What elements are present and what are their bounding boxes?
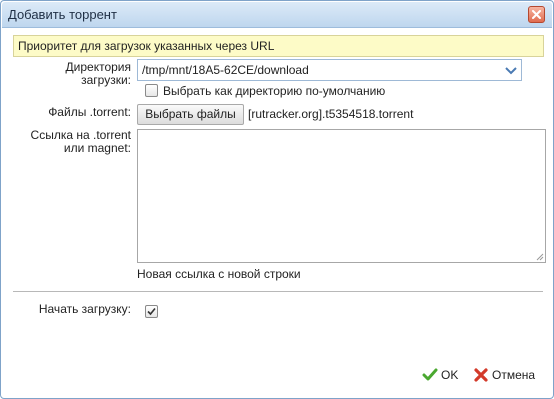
default-directory-label: Выбрать как директорию по-умолчанию (163, 84, 386, 98)
directory-label-line2: загрузки: (81, 73, 131, 87)
start-download-checkbox[interactable] (145, 305, 158, 318)
priority-banner-text: Приоритет для загрузок указанных через U… (18, 39, 275, 53)
checkmark-icon (147, 307, 156, 316)
priority-banner: Приоритет для загрузок указанных через U… (13, 35, 544, 57)
directory-label: Директория загрузки: (13, 61, 131, 87)
directory-select[interactable]: /tmp/mnt/18A5-62CE/download (137, 59, 522, 81)
ok-button[interactable]: OK (422, 367, 462, 383)
link-hint: Новая ссылка с новой строки (137, 267, 301, 281)
add-torrent-dialog: Добавить торрент Приоритет для загрузок … (0, 0, 554, 399)
checkmark-icon (422, 368, 438, 381)
choose-files-button[interactable]: Выбрать файлы (137, 104, 244, 125)
torrent-files-label: Файлы .torrent: (48, 105, 131, 119)
link-label-line2: или magnet: (63, 141, 131, 155)
dialog-title: Добавить торрент (8, 7, 117, 22)
start-download-label: Начать загрузку: (38, 302, 131, 316)
chevron-down-icon (505, 67, 517, 75)
ok-button-label: OK (441, 368, 459, 382)
dialog-titlebar[interactable]: Добавить торрент (2, 2, 552, 28)
resize-grip-icon[interactable] (535, 252, 544, 261)
close-icon (532, 10, 541, 19)
link-textarea[interactable] (137, 129, 546, 263)
cancel-button-label: Отмена (492, 368, 536, 382)
cross-icon (474, 368, 488, 382)
close-button[interactable] (528, 6, 545, 23)
default-directory-checkbox[interactable] (145, 84, 158, 97)
cancel-button[interactable]: Отмена (473, 367, 539, 383)
selected-file-name: [rutracker.org].t5354518.torrent (248, 107, 414, 121)
divider (13, 291, 543, 292)
directory-select-value: /tmp/mnt/18A5-62CE/download (142, 63, 309, 77)
link-label: Ссылка на .torrent или magnet: (13, 129, 131, 155)
